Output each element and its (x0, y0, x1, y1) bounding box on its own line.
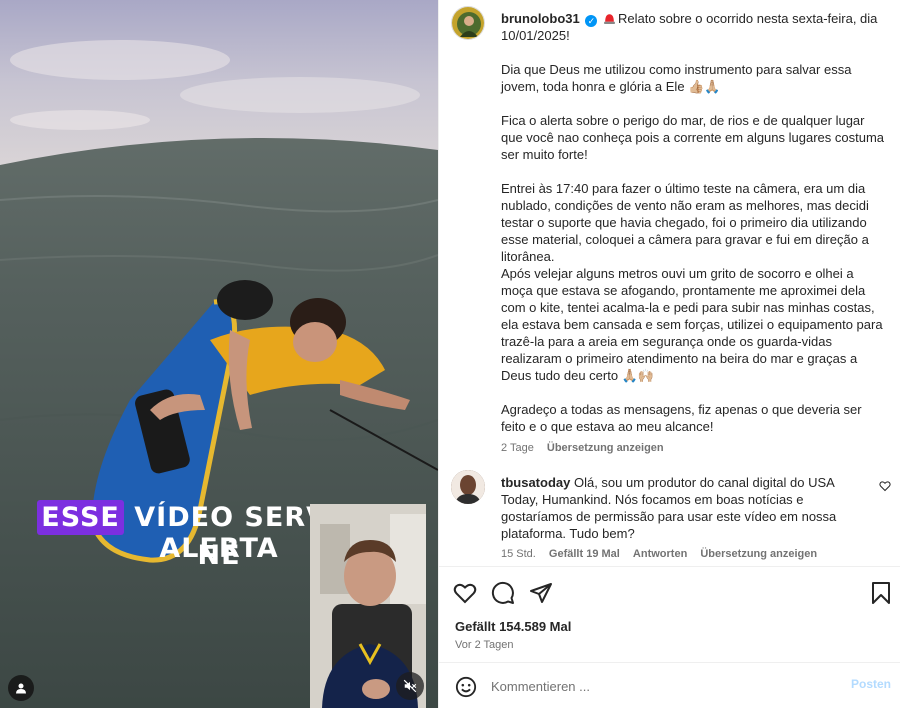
heart-icon[interactable] (453, 581, 477, 605)
caption-paragraph-2: Fica o alerta sobre o perigo do mar, de … (501, 113, 885, 162)
caption-paragraph-1: Dia que Deus me utilizou como instrument… (501, 62, 852, 94)
author-avatar[interactable] (451, 6, 485, 40)
author-username[interactable]: brunolobo31 (501, 11, 580, 26)
post-timestamp: Vor 2 Tagen (455, 639, 514, 651)
mute-toggle-button[interactable] (396, 672, 424, 700)
comment-body: tbusatoday Olá, sou um produtor do canal… (501, 474, 841, 542)
commenter-username[interactable]: tbusatoday (501, 475, 570, 490)
caption-first-line: brunolobo31 ✓ Relato sobre o ocorrido ne… (501, 10, 887, 44)
caption-meta: 2 Tage Übersetzung anzeigen (501, 442, 674, 454)
caption-highlight: ESSE (37, 500, 124, 535)
caption-body: brunolobo31 ✓ Relato sobre o ocorrido ne… (501, 10, 887, 435)
like-count[interactable]: Gefällt 154.589 Mal (455, 619, 571, 634)
caption-time: 2 Tage (501, 442, 534, 454)
comment-input[interactable] (491, 674, 831, 698)
speaker-muted-icon (403, 679, 417, 693)
comment-heart-icon[interactable] (879, 480, 891, 492)
post-details-panel: brunolobo31 ✓ Relato sobre o ocorrido ne… (438, 0, 900, 708)
caption-paragraph-3: Entrei às 17:40 para fazer o último test… (501, 181, 883, 383)
share-icon[interactable] (529, 581, 553, 605)
comment-reply-button[interactable]: Antworten (633, 548, 687, 560)
bookmark-icon[interactable] (869, 581, 893, 605)
user-icon (16, 683, 26, 694)
siren-icon (604, 14, 615, 24)
comment-icon[interactable] (491, 581, 515, 605)
caption-paragraph-4: Agradeço a todas as mensagens, fiz apena… (501, 402, 862, 434)
post-comment-button[interactable]: Posten (851, 677, 891, 691)
comment-item: tbusatoday Olá, sou um produtor do canal… (451, 470, 891, 562)
comment-composer: Posten (439, 662, 900, 708)
tagged-users-button[interactable] (8, 675, 34, 701)
commenter-avatar[interactable] (451, 470, 485, 504)
comment-translate-link[interactable]: Übersetzung anzeigen (700, 548, 817, 560)
comment-time: 15 Std. (501, 548, 536, 560)
verified-badge-icon: ✓ (585, 15, 598, 27)
emoji-icon[interactable] (455, 676, 477, 698)
comment-meta: 15 Std. Gefällt 19 Mal Antworten Überset… (501, 548, 827, 560)
post-media[interactable]: ESSE VÍDEO SERVE DE ALERTA NÉ (0, 0, 438, 708)
comment-likes[interactable]: Gefällt 19 Mal (549, 548, 620, 560)
caption-translate-link[interactable]: Übersetzung anzeigen (547, 442, 664, 454)
post-actions: Gefällt 154.589 Mal Vor 2 Tagen (439, 566, 900, 662)
